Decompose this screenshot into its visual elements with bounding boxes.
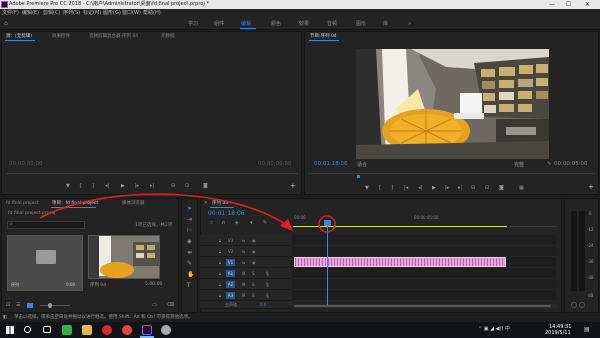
status-bar: ◧ 单击以选择，或单击空白处并拖动以进行框选。使用 Shift、Alt 和 Ct… — [0, 314, 600, 322]
app-red-icon[interactable] — [122, 325, 132, 335]
notification-icon[interactable]: ▤ — [584, 326, 590, 333]
netease-music-icon[interactable] — [102, 325, 112, 335]
status-text: 单击以选择，或单击空白处并拖动以进行框选。使用 Shift、Alt 和 Ctrl… — [14, 315, 193, 320]
annotation-overlay — [39, 193, 336, 233]
tray-icons[interactable]: ⌃ ▣ ◢ ◀)) 中 — [478, 325, 510, 332]
taskbar: ⌃ ▣ ◢ ◀)) 中 14:49:31 2019/5/11 ▤ — [0, 322, 600, 338]
search-icon[interactable] — [24, 326, 31, 333]
status-icon: ◧ — [3, 315, 8, 320]
file-explorer-icon[interactable] — [82, 325, 92, 335]
wechat-icon[interactable] — [62, 325, 72, 335]
clock-date[interactable]: 2019/5/11 — [545, 330, 571, 336]
app-cloud-icon[interactable] — [161, 325, 171, 335]
windows-start-icon[interactable] — [6, 326, 14, 334]
premiere-pro-icon[interactable] — [142, 325, 152, 335]
task-view-icon[interactable] — [43, 326, 51, 333]
